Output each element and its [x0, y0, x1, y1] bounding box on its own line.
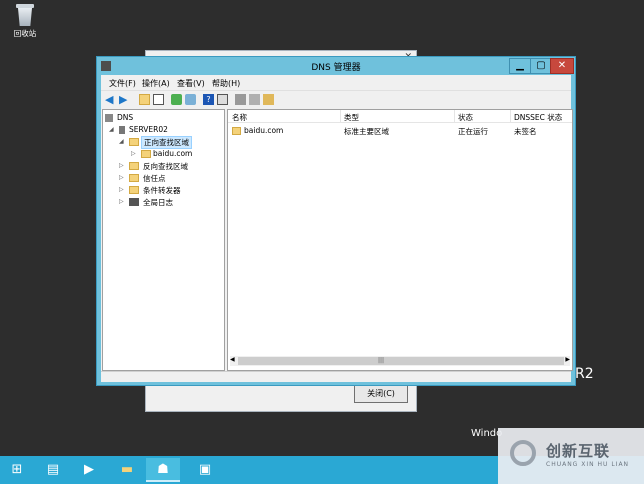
background-text: R2 — [575, 366, 594, 382]
list-icon[interactable] — [249, 94, 260, 105]
powershell-icon: ▶ — [84, 462, 94, 477]
windows-icon: ⊞ — [11, 462, 23, 477]
column-header-dnssec[interactable]: DNSSEC 状态 — [514, 112, 562, 123]
back-arrow-icon[interactable]: ◀ — [105, 94, 116, 105]
desktop: 回收站 ✕ 关闭(C) R2 Windo DNS 管理器 ▁ ▢ ✕ 文件(F)… — [0, 0, 644, 456]
forward-arrow-icon[interactable]: ▶ — [119, 94, 130, 105]
taskbar-dns-manager[interactable]: ☗ — [146, 458, 180, 482]
folder-icon: ▬ — [120, 462, 134, 477]
expanded-arrow-icon[interactable]: ◢ — [119, 138, 125, 145]
menu-view[interactable]: 查看(V) — [177, 78, 205, 89]
column-header-status[interactable]: 状态 — [458, 112, 473, 123]
zone-icon — [141, 150, 151, 158]
maximize-button[interactable]: ▢ — [530, 58, 552, 74]
title-bar[interactable]: DNS 管理器 ▁ ▢ ✕ — [97, 57, 575, 75]
recycle-bin-label: 回收站 — [13, 29, 37, 38]
window-title: DNS 管理器 — [311, 63, 361, 73]
scroll-left-icon[interactable]: ◀ — [230, 356, 235, 363]
help-icon[interactable]: ? — [203, 94, 214, 105]
minimize-button[interactable]: ▁ — [509, 58, 531, 74]
recycle-bin-icon — [16, 4, 34, 26]
refresh-icon[interactable] — [171, 94, 182, 105]
folder-icon — [129, 186, 139, 194]
column-header-name[interactable]: 名称 — [232, 112, 247, 123]
console-tree-icon[interactable] — [153, 94, 164, 105]
export-icon[interactable] — [185, 94, 196, 105]
taskbar-network-app[interactable]: ▣ — [188, 458, 222, 482]
taskbar-powershell[interactable]: ▶ — [72, 458, 106, 482]
collapsed-arrow-icon[interactable]: ▷ — [119, 186, 125, 193]
dns-manager-window: DNS 管理器 ▁ ▢ ✕ 文件(F) 操作(A) 查看(V) 帮助(H) ◀ … — [96, 56, 576, 386]
folder-icon — [129, 162, 139, 170]
close-button[interactable]: 关闭(C) — [354, 385, 408, 403]
console-tree: DNS ◢ SERVER02 ◢ 正向查找区域 ▷ baidu.com ▷ 反向… — [102, 109, 225, 371]
watermark: 创新互联 CHUANG XIN HU LIAN — [498, 428, 644, 484]
status-bar — [101, 371, 571, 382]
menu-file[interactable]: 文件(F) — [109, 78, 136, 89]
up-folder-icon[interactable] — [139, 94, 150, 105]
folder-icon — [129, 174, 139, 182]
menu-bar: 文件(F) 操作(A) 查看(V) 帮助(H) — [101, 76, 571, 89]
taskbar-file-explorer[interactable]: ▬ — [110, 458, 144, 482]
zone-icon[interactable] — [263, 94, 274, 105]
start-button[interactable]: ⊞ — [0, 458, 34, 482]
watermark-cn: 创新互联 — [546, 442, 611, 460]
collapsed-arrow-icon[interactable]: ▷ — [119, 198, 125, 205]
server-icon — [119, 126, 125, 134]
dns-icon — [105, 114, 113, 122]
properties-icon[interactable] — [217, 94, 228, 105]
taskbar-server-manager[interactable]: ▤ — [36, 458, 70, 482]
close-window-button[interactable]: ✕ — [550, 58, 574, 74]
toolbar: ◀ ▶ ? — [101, 90, 571, 109]
collapsed-arrow-icon[interactable]: ▷ — [131, 150, 137, 157]
scroll-thumb[interactable]: ||| — [238, 357, 564, 365]
dns-icon: ☗ — [157, 462, 169, 477]
recycle-bin[interactable]: 回收站 — [8, 4, 42, 39]
watermark-en: CHUANG XIN HU LIAN — [546, 461, 630, 468]
menu-action[interactable]: 操作(A) — [142, 78, 170, 89]
server-icon[interactable] — [235, 94, 246, 105]
column-header-type[interactable]: 类型 — [344, 112, 359, 123]
horizontal-scrollbar[interactable]: ◀ ||| ▶ — [230, 356, 570, 366]
list-header: 名称 类型 状态 DNSSEC 状态 — [228, 110, 572, 123]
zone-icon — [232, 127, 241, 135]
expanded-arrow-icon[interactable]: ◢ — [109, 126, 115, 133]
collapsed-arrow-icon[interactable]: ▷ — [119, 162, 125, 169]
results-list: 名称 类型 状态 DNSSEC 状态 baidu.com 标准主要区域 正在运行… — [227, 109, 573, 371]
window-client: 文件(F) 操作(A) 查看(V) 帮助(H) ◀ ▶ ? DNS ◢ SERV… — [101, 75, 573, 382]
log-icon — [129, 198, 139, 206]
folder-icon — [129, 138, 139, 146]
network-icon: ▣ — [198, 462, 212, 477]
menu-help[interactable]: 帮助(H) — [212, 78, 240, 89]
scroll-right-icon[interactable]: ▶ — [565, 356, 570, 363]
collapsed-arrow-icon[interactable]: ▷ — [119, 174, 125, 181]
server-manager-icon: ▤ — [46, 462, 60, 477]
logo-icon — [510, 440, 536, 466]
